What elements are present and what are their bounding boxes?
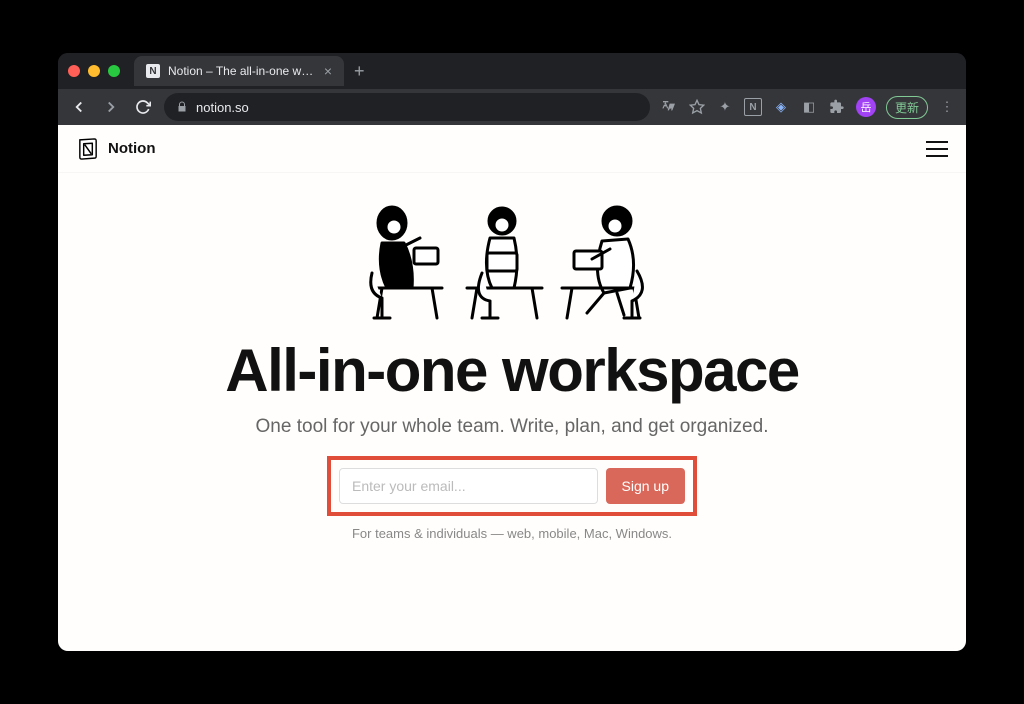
email-input[interactable] — [339, 468, 598, 504]
diamond-icon[interactable]: ◈ — [772, 98, 790, 116]
notion-clipper-icon[interactable]: N — [744, 98, 762, 116]
tab-title: Notion – The all-in-one worksp — [168, 64, 316, 78]
url-text: notion.so — [196, 100, 249, 115]
hamburger-menu-icon[interactable] — [926, 141, 948, 157]
maximize-window-button[interactable] — [108, 65, 120, 77]
window-controls — [68, 65, 120, 77]
star-icon[interactable] — [688, 98, 706, 116]
tab-bar: N Notion – The all-in-one worksp × + — [58, 53, 966, 89]
minimize-window-button[interactable] — [88, 65, 100, 77]
hero-section: All-in-one workspace One tool for your w… — [58, 173, 966, 541]
lock-icon — [176, 101, 188, 113]
update-button[interactable]: 更新 — [886, 96, 928, 119]
brand-name: Notion — [108, 140, 155, 157]
site-header: Notion — [58, 125, 966, 173]
hero-headline: All-in-one workspace — [98, 339, 926, 402]
brand[interactable]: Notion — [76, 137, 155, 161]
signup-button[interactable]: Sign up — [606, 468, 685, 504]
hero-subtitle: One tool for your whole team. Write, pla… — [98, 416, 926, 438]
notion-logo-icon — [76, 137, 100, 161]
browser-tab[interactable]: N Notion – The all-in-one worksp × — [134, 56, 344, 86]
page-content: Notion — [58, 125, 966, 651]
forward-button[interactable] — [100, 96, 122, 118]
profile-avatar[interactable]: 岳 — [856, 97, 876, 117]
extension-icons: ✦ N ◈ ◧ 岳 更新 ⋮ — [660, 96, 956, 119]
extension-icon[interactable]: ✦ — [716, 98, 734, 116]
menu-icon[interactable]: ⋮ — [938, 98, 956, 116]
notion-favicon-icon: N — [146, 64, 160, 78]
reload-button[interactable] — [132, 96, 154, 118]
new-tab-button[interactable]: + — [354, 61, 365, 82]
hero-illustration — [342, 193, 682, 333]
browser-toolbar: notion.so ✦ N ◈ ◧ 岳 更新 ⋮ — [58, 89, 966, 125]
browser-window: N Notion – The all-in-one worksp × + not… — [58, 53, 966, 651]
translate-icon[interactable] — [660, 98, 678, 116]
back-button[interactable] — [68, 96, 90, 118]
close-window-button[interactable] — [68, 65, 80, 77]
cards-icon[interactable]: ◧ — [800, 98, 818, 116]
address-bar[interactable]: notion.so — [164, 93, 650, 121]
close-tab-icon[interactable]: × — [324, 63, 332, 79]
signup-form-highlight: Sign up — [327, 456, 697, 516]
platforms-text: For teams & individuals — web, mobile, M… — [98, 526, 926, 541]
puzzle-icon[interactable] — [828, 98, 846, 116]
